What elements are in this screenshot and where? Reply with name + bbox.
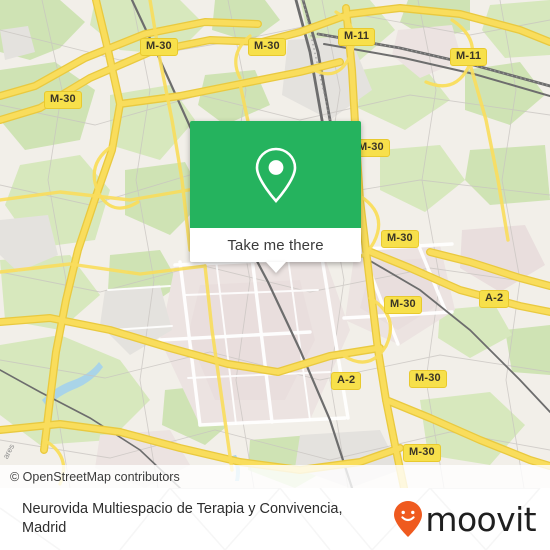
place-title: Neurovida Multiespacio de Terapia y Conv…	[22, 500, 343, 538]
road-shield-m-30: M-30	[381, 230, 419, 248]
footer-bar: Neurovida Multiespacio de Terapia y Conv…	[0, 488, 550, 550]
road-shield-a-2: A-2	[331, 372, 362, 390]
road-shield-m-30: M-30	[248, 38, 286, 56]
road-shield-m-30: M-30	[44, 91, 82, 109]
road-shield-m-30: M-30	[384, 296, 422, 314]
road-shield-a-2: A-2	[479, 290, 510, 308]
map-attribution-bar: © OpenStreetMap contributors	[0, 465, 550, 488]
road-shield-m-30: M-30	[403, 444, 441, 462]
moovit-logo[interactable]: moovit	[393, 499, 537, 539]
take-me-there-button[interactable]: Take me there	[190, 228, 361, 262]
map-pin-icon	[255, 147, 296, 203]
road-shield-m-11: M-11	[450, 48, 488, 66]
place-callout-card[interactable]: Take me there	[190, 121, 361, 273]
card-pointer-tail	[265, 262, 286, 273]
road-shield-m-30: M-30	[140, 38, 178, 56]
moovit-smiley-pin-icon	[394, 501, 423, 537]
osm-attribution-text[interactable]: © OpenStreetMap contributors	[0, 470, 180, 484]
moovit-map-screenshot: .park{fill:#cfe3b4;} .park2{fill:#d7e8bd…	[0, 0, 550, 550]
map-canvas[interactable]: .park{fill:#cfe3b4;} .park2{fill:#d7e8bd…	[0, 0, 550, 488]
take-me-there-label: Take me there	[227, 236, 324, 254]
place-title-line-2: Madrid	[22, 520, 67, 536]
moovit-wordmark: moovit	[425, 499, 536, 539]
card-pin-area	[190, 121, 361, 228]
place-title-line-1: Neurovida Multiespacio de Terapia y Conv…	[22, 501, 343, 517]
road-shield-m-30: M-30	[409, 370, 447, 388]
road-shield-m-11: M-11	[338, 28, 376, 46]
